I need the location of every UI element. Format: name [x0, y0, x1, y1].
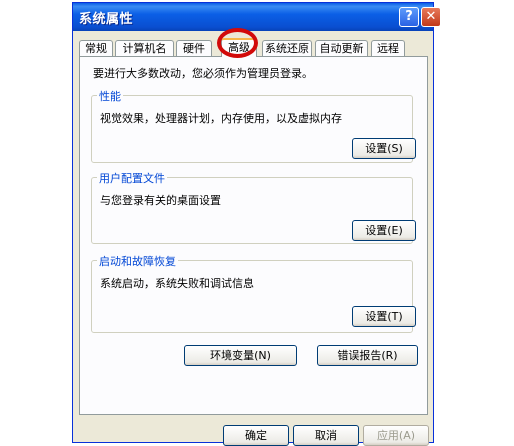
tab-general[interactable]: 常规 — [79, 40, 113, 56]
system-properties-window: 系统属性 ? ✕ 常规 计算机名 硬件 高级 系统还原 自动更新 远程 要进行大… — [72, 2, 441, 446]
startup-recovery-settings-button[interactable]: 设置(T) — [352, 306, 416, 327]
startup-recovery-group: 启动和故障恢复 系统启动，系统失败和调试信息 设置(T) — [91, 253, 416, 333]
tab-system-restore[interactable]: 系统还原 — [262, 40, 312, 56]
title-bar[interactable]: 系统属性 ? ✕ — [73, 3, 441, 31]
startup-recovery-title: 启动和故障恢复 — [97, 253, 178, 269]
tab-remote[interactable]: 远程 — [371, 40, 405, 56]
user-profiles-settings-button[interactable]: 设置(E) — [352, 220, 416, 241]
user-profiles-group: 用户配置文件 与您登录有关的桌面设置 设置(E) — [91, 170, 416, 244]
help-button[interactable]: ? — [399, 7, 419, 27]
performance-title: 性能 — [97, 88, 123, 104]
user-profiles-title: 用户配置文件 — [97, 170, 167, 186]
performance-description: 视觉效果，处理器计划，内存使用，以及虚拟内存 — [100, 112, 342, 125]
startup-recovery-description: 系统启动，系统失败和调试信息 — [100, 277, 254, 290]
performance-settings-button[interactable]: 设置(S) — [352, 138, 416, 159]
performance-group: 性能 视觉效果，处理器计划，内存使用，以及虚拟内存 设置(S) — [91, 88, 416, 163]
tab-hardware[interactable]: 硬件 — [176, 40, 212, 56]
highlight-circle-annotation — [217, 28, 258, 58]
user-profiles-description: 与您登录有关的桌面设置 — [100, 194, 221, 207]
window-title: 系统属性 — [79, 12, 134, 27]
environment-variables-button[interactable]: 环境变量(N) — [184, 345, 297, 366]
close-button[interactable]: ✕ — [421, 7, 441, 27]
error-reporting-button[interactable]: 错误报告(R) — [317, 345, 418, 366]
tab-automatic-updates[interactable]: 自动更新 — [315, 40, 368, 56]
admin-note: 要进行大多数改动，您必须作为管理员登录。 — [93, 67, 313, 80]
tab-computer-name[interactable]: 计算机名 — [115, 40, 174, 56]
advanced-tab-panel: 要进行大多数改动，您必须作为管理员登录。 性能 视觉效果，处理器计划，内存使用，… — [79, 56, 428, 415]
